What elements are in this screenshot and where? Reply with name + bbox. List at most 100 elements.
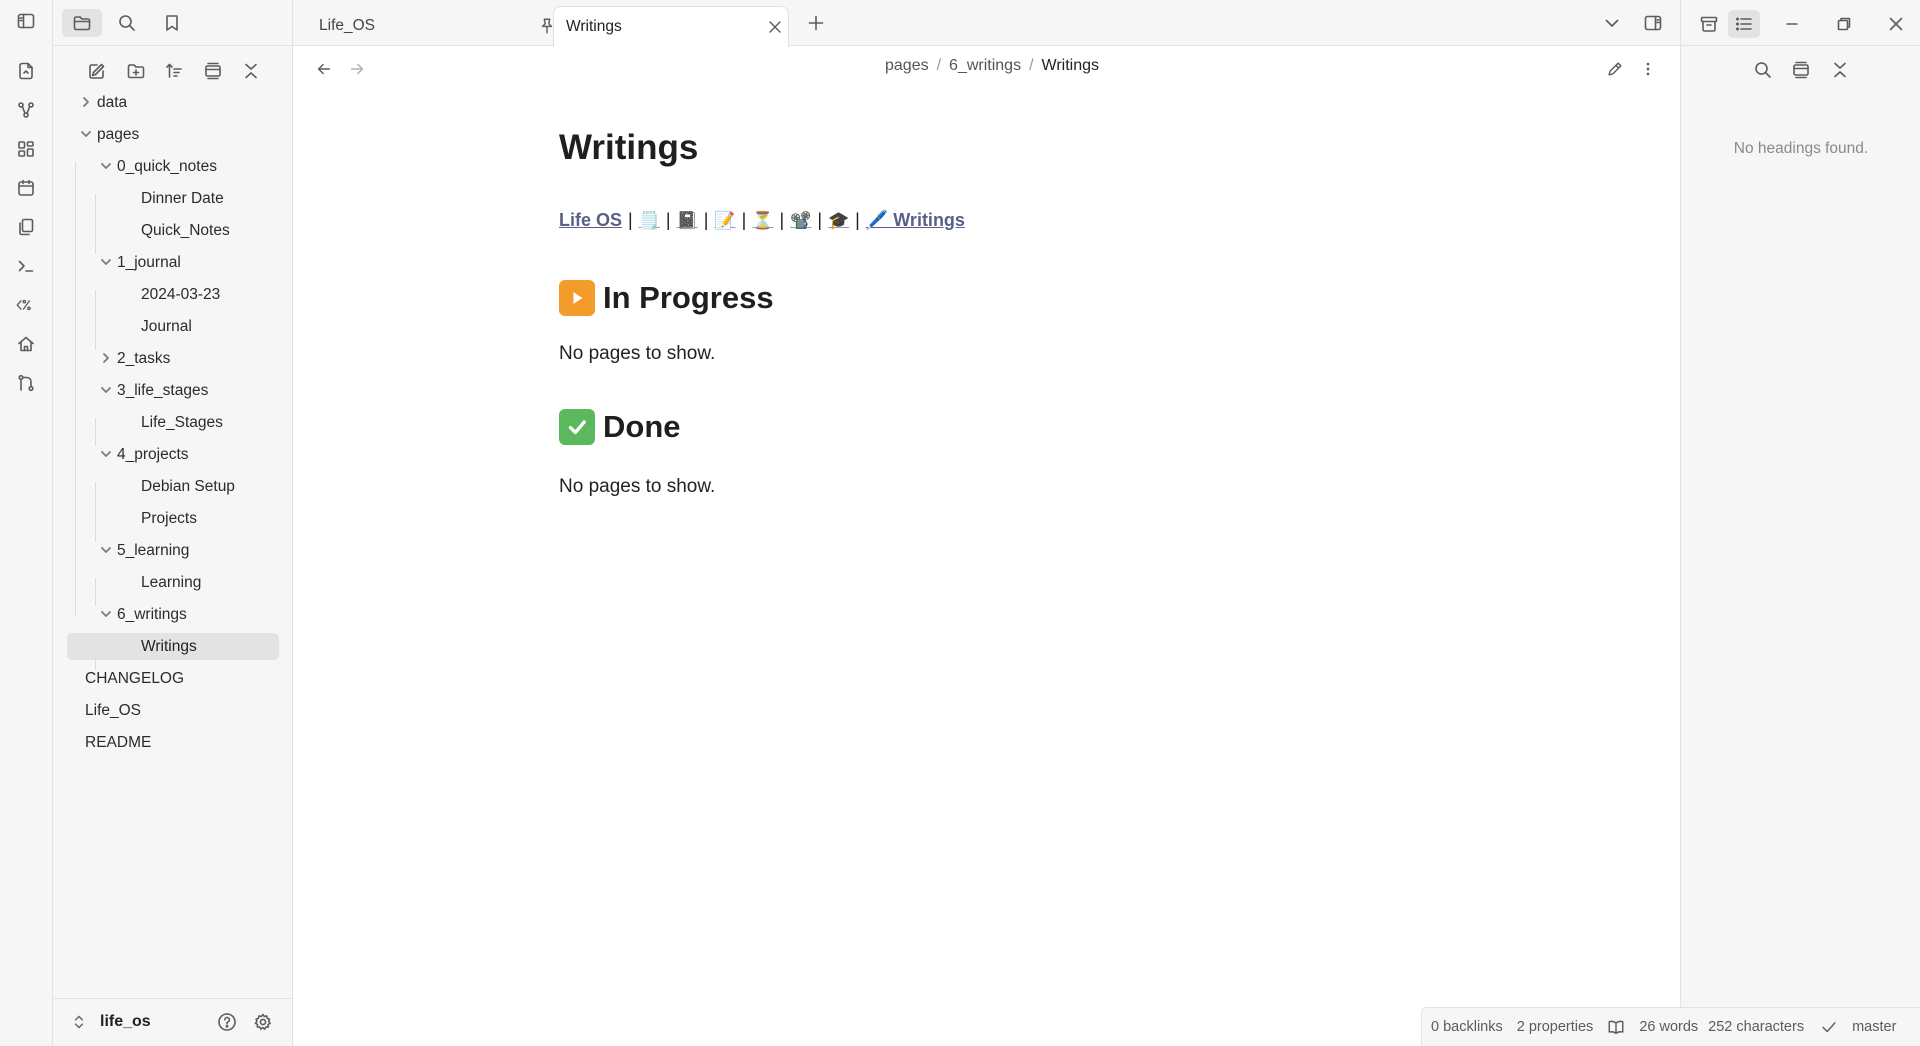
chevron-down-icon[interactable] <box>99 255 113 269</box>
chevron-down-icon[interactable] <box>99 159 113 173</box>
chevron-right-icon[interactable] <box>99 351 113 365</box>
learning-link[interactable]: 🎓 <box>828 211 849 231</box>
open-quick-switcher-icon[interactable] <box>13 58 39 84</box>
minimize-window-icon[interactable] <box>1776 10 1808 38</box>
heading-text: Done <box>603 409 681 444</box>
life-os-link[interactable]: Life OS <box>559 210 622 231</box>
navigate-back-arrow-icon[interactable] <box>311 56 337 82</box>
reading-view-book-icon[interactable] <box>1607 1018 1625 1036</box>
chevron-down-icon[interactable] <box>99 607 113 621</box>
sync-check-icon[interactable] <box>1820 1018 1838 1036</box>
auto-reveal-icon[interactable] <box>199 58 227 84</box>
file-writings[interactable]: Writings <box>67 633 279 660</box>
folder-1-journal[interactable]: 1_journal <box>61 249 281 276</box>
settings-gear-icon[interactable] <box>253 1012 273 1032</box>
file-debian-setup[interactable]: Debian Setup <box>61 473 281 500</box>
outline-list-icon[interactable] <box>1728 10 1760 38</box>
quick-notes-link[interactable]: 🗒️ <box>639 211 660 231</box>
folder-6-writings[interactable]: 6_writings <box>61 601 281 628</box>
breadcrumb-separator: / <box>936 57 942 74</box>
new-note-icon[interactable] <box>83 58 111 84</box>
file-life-os[interactable]: Life_OS <box>61 697 281 724</box>
file-projects[interactable]: Projects <box>61 505 281 532</box>
nav-separator: | <box>703 210 709 230</box>
bookmarks-tab-icon[interactable] <box>152 9 192 37</box>
projects-link[interactable]: 📽️ <box>790 211 811 231</box>
journal-link[interactable]: 📓 <box>677 211 698 231</box>
vault-switch-chevrons-icon[interactable] <box>73 1014 85 1030</box>
folder-5-learning[interactable]: 5_learning <box>61 537 281 564</box>
file-quick-notes[interactable]: Quick_Notes <box>61 217 281 244</box>
sort-order-icon[interactable] <box>160 58 188 84</box>
toggle-left-sidebar-icon[interactable] <box>13 8 39 34</box>
folder-pages[interactable]: pages <box>61 121 281 148</box>
toggle-right-sidebar-icon[interactable] <box>1639 10 1667 36</box>
nav-separator: | <box>741 210 747 230</box>
tab-life-os[interactable]: Life_OS <box>305 6 555 46</box>
close-window-icon[interactable] <box>1880 10 1912 38</box>
terminal-icon[interactable] <box>13 253 39 279</box>
archive-icon[interactable] <box>1693 10 1725 38</box>
tree-item-label: data <box>97 93 128 111</box>
graph-view-icon[interactable] <box>13 97 39 123</box>
files-tab-folder-icon[interactable] <box>62 9 102 37</box>
file-learning[interactable]: Learning <box>61 569 281 596</box>
folder-4-projects[interactable]: 4_projects <box>61 441 281 468</box>
life-stages-link[interactable]: ⏳ <box>752 211 773 231</box>
home-icon[interactable] <box>13 331 39 357</box>
chevron-down-icon[interactable] <box>99 447 113 461</box>
tab-list-chevron-down-icon[interactable] <box>1598 10 1626 36</box>
folder-0-quick-notes[interactable]: 0_quick_notes <box>61 153 281 180</box>
restore-window-icon[interactable] <box>1828 10 1860 38</box>
outline-auto-expand-icon[interactable] <box>1787 57 1815 83</box>
new-folder-icon[interactable] <box>122 58 150 84</box>
file-changelog[interactable]: CHANGELOG <box>61 665 281 692</box>
help-icon[interactable] <box>217 1012 237 1032</box>
file-journal[interactable]: Journal <box>61 313 281 340</box>
navigation-links: Life OS | 🗒️ | 📓 | 📝 | ⏳ | 📽️ | 🎓 | 🖊️ W… <box>559 210 965 231</box>
collapse-all-icon[interactable] <box>237 58 265 84</box>
outline-collapse-all-icon[interactable] <box>1826 57 1854 83</box>
calendar-icon[interactable] <box>13 175 39 201</box>
file-life-stages[interactable]: Life_Stages <box>61 409 281 436</box>
tree-item-label: Life_Stages <box>141 413 223 431</box>
breadcrumb: pages / 6_writings / Writings <box>885 57 1099 75</box>
vault-name[interactable]: life_os <box>100 1013 151 1031</box>
chevron-down-icon[interactable] <box>99 543 113 557</box>
folder-2-tasks[interactable]: 2_tasks <box>61 345 281 372</box>
more-options-icon[interactable] <box>1635 56 1661 82</box>
tree-item-label: Life_OS <box>85 701 142 719</box>
in-progress-empty-text: No pages to show. <box>559 343 716 364</box>
folder-3-life-stages[interactable]: 3_life_stages <box>61 377 281 404</box>
edit-mode-pencil-icon[interactable] <box>1602 56 1628 82</box>
breadcrumb-item[interactable]: pages <box>885 57 929 75</box>
file-readme[interactable]: README <box>61 729 281 756</box>
tree-item-label: 2_tasks <box>117 349 171 367</box>
templater-icon[interactable] <box>13 292 39 318</box>
chevron-down-icon[interactable] <box>79 127 93 141</box>
folder-data[interactable]: data <box>61 89 281 116</box>
tasks-link[interactable]: 📝 <box>714 211 735 231</box>
breadcrumb-item[interactable]: 6_writings <box>949 57 1021 75</box>
file-2024-03-23[interactable]: 2024-03-23 <box>61 281 281 308</box>
vault-switcher-bar: life_os <box>53 998 292 1046</box>
chevron-right-icon[interactable] <box>79 95 93 109</box>
git-branch-name[interactable]: master <box>1852 1019 1896 1035</box>
chevron-down-icon[interactable] <box>99 383 113 397</box>
breadcrumb-current-note[interactable]: Writings <box>1042 57 1100 75</box>
backlinks-count[interactable]: 0 backlinks <box>1431 1019 1503 1035</box>
tab-writings[interactable]: Writings <box>553 6 789 47</box>
navigate-forward-arrow-icon[interactable] <box>344 56 370 82</box>
file-explorer-pane: data pages 0_quick_notes Dinner Date Quick_N… <box>53 0 293 1046</box>
close-tab-icon[interactable] <box>766 18 784 36</box>
copy-files-icon[interactable] <box>13 214 39 240</box>
canvas-icon[interactable] <box>13 136 39 162</box>
writings-link[interactable]: 🖊️ Writings <box>866 210 965 231</box>
outline-search-icon[interactable] <box>1749 57 1777 83</box>
file-dinner-date[interactable]: Dinner Date <box>61 185 281 212</box>
properties-count[interactable]: 2 properties <box>1517 1019 1594 1035</box>
git-branch-icon[interactable] <box>13 370 39 396</box>
done-empty-text: No pages to show. <box>559 476 716 497</box>
search-tab-icon[interactable] <box>107 9 147 37</box>
new-tab-plus-icon[interactable] <box>802 10 830 36</box>
